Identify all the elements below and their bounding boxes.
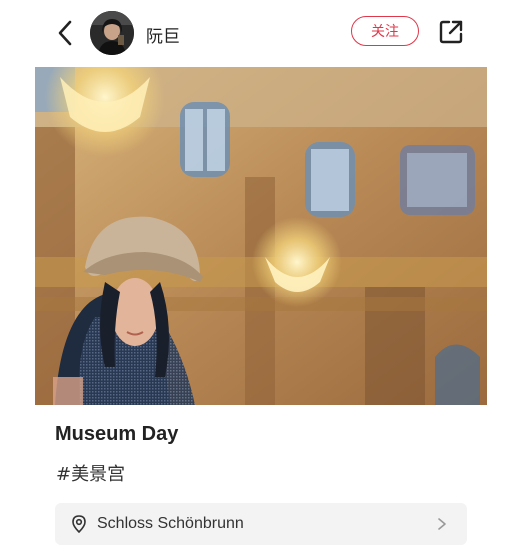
chevron-right-icon <box>438 518 446 530</box>
avatar[interactable] <box>90 11 134 55</box>
location-label: Schloss Schönbrunn <box>97 515 244 532</box>
location-bar[interactable]: Schloss Schönbrunn <box>55 503 467 545</box>
top-bar: 阮巨 关注 <box>0 0 524 66</box>
share-external-icon <box>439 20 463 44</box>
location-pin-icon <box>72 515 86 533</box>
username[interactable]: 阮巨 <box>146 22 180 47</box>
follow-button[interactable]: 关注 <box>351 16 419 46</box>
share-button[interactable] <box>437 18 465 46</box>
post-title: Museum Day <box>55 423 179 445</box>
post-photo[interactable] <box>35 67 487 405</box>
hashtag-link[interactable]: #美景宫 <box>56 460 125 486</box>
back-button[interactable] <box>50 17 80 49</box>
chevron-left-icon <box>58 20 72 46</box>
